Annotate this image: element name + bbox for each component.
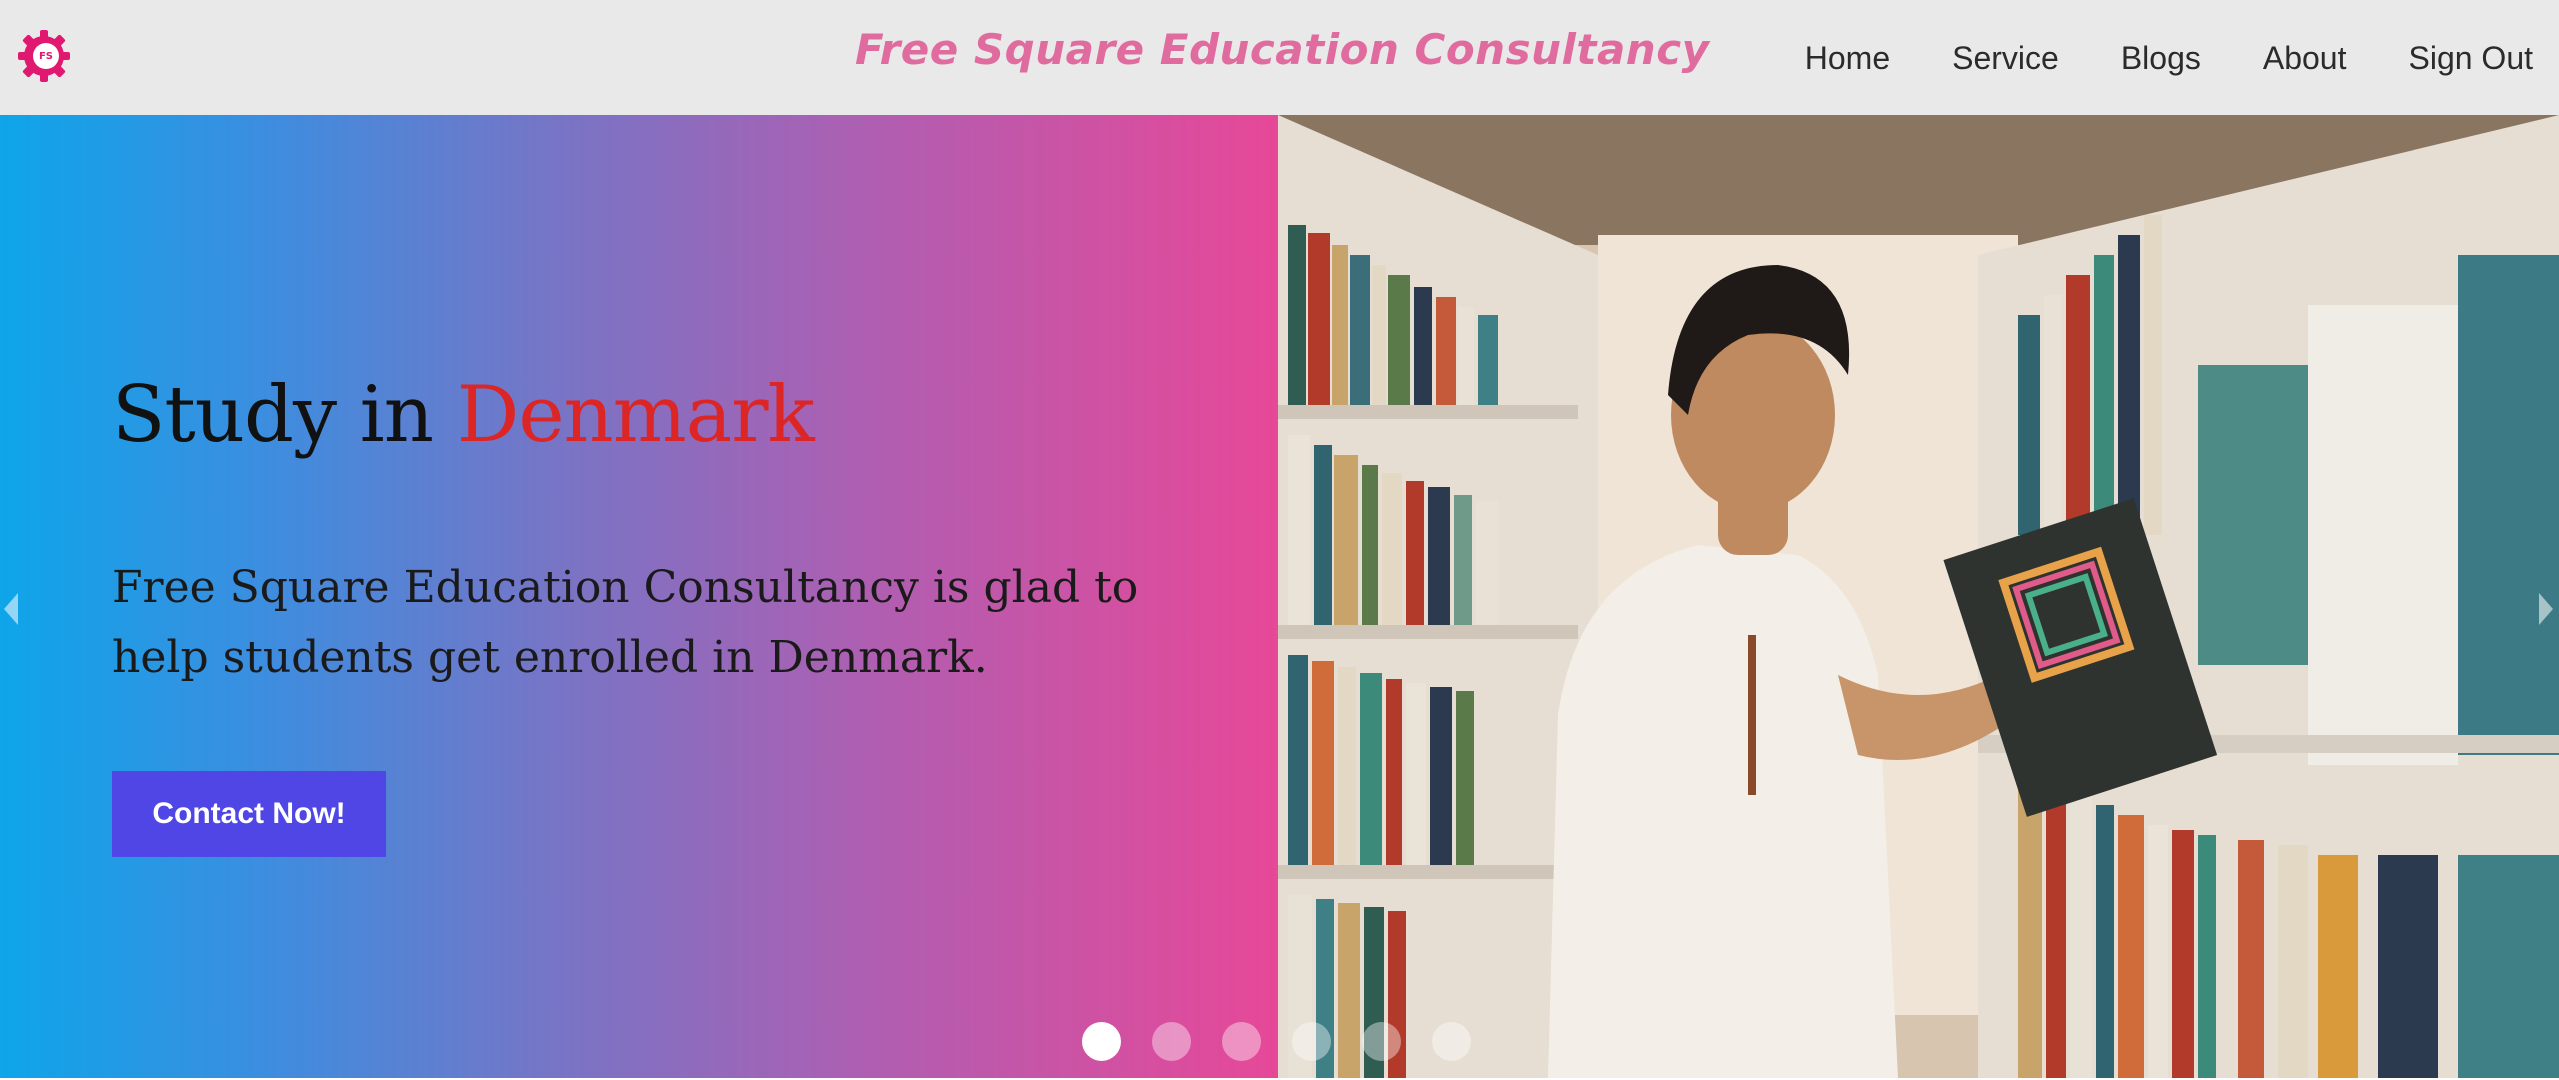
nav-about[interactable]: About (2263, 40, 2347, 77)
hero-carousel: Study in Denmark Free Square Education C… (0, 115, 2559, 1078)
nav-home[interactable]: Home (1805, 40, 1890, 77)
carousel-next-arrow-icon[interactable] (2539, 593, 2553, 625)
nav-service[interactable]: Service (1952, 40, 2059, 77)
library-photo-illustration (1278, 115, 2559, 1078)
hero-title: Study in Denmark (112, 370, 815, 460)
carousel-dot-3[interactable] (1222, 1022, 1261, 1061)
nav-blogs[interactable]: Blogs (2121, 40, 2201, 77)
logo-text: FS (39, 51, 53, 62)
top-navbar: FS Free Square Education Consultancy Hom… (0, 0, 2559, 115)
carousel-dot-4[interactable] (1292, 1022, 1331, 1061)
hero-text-panel: Study in Denmark Free Square Education C… (0, 115, 1278, 1078)
carousel-dot-5[interactable] (1362, 1022, 1401, 1061)
carousel-dot-2[interactable] (1152, 1022, 1191, 1061)
brand-title[interactable]: Free Square Education Consultancy (855, 25, 1709, 74)
brand-logo-gear-icon[interactable]: FS (16, 28, 72, 84)
hero-title-prefix: Study in (112, 370, 434, 460)
hero-description: Free Square Education Consultancy is gla… (112, 562, 1139, 683)
carousel-indicators (1082, 1022, 1471, 1061)
contact-now-button[interactable]: Contact Now! (112, 771, 386, 857)
nav-sign-out[interactable]: Sign Out (2408, 40, 2533, 77)
hero-title-country: Denmark (456, 370, 815, 460)
main-nav: Home Service Blogs About Sign Out (1743, 38, 2533, 78)
carousel-dot-1[interactable] (1082, 1022, 1121, 1061)
carousel-dot-6[interactable] (1432, 1022, 1471, 1061)
hero-library-image (1278, 115, 2559, 1078)
carousel-prev-arrow-icon[interactable] (4, 593, 18, 625)
